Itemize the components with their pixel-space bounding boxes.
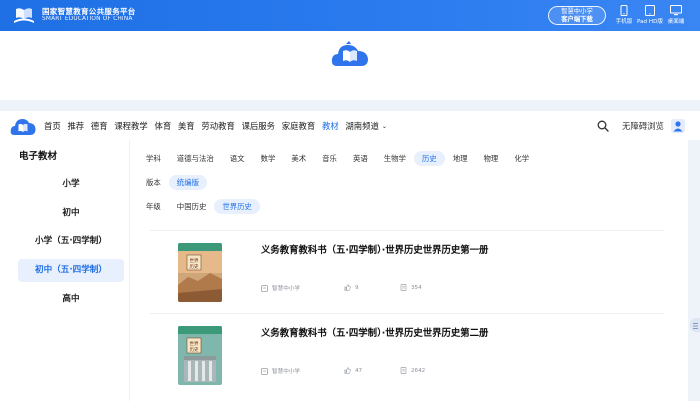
publisher-name: 智慧中小学	[272, 369, 300, 375]
book-logo-icon	[14, 8, 34, 23]
platform-name: 国家智慧教育公共服务平台	[42, 7, 136, 17]
top-header: 国家智慧教育公共服务平台 SMART EDUCATION OF CHINA 智慧…	[0, 0, 700, 31]
view-count-value: 354	[411, 284, 422, 291]
smart-education-logo-icon	[331, 41, 368, 66]
view-count: 354	[400, 284, 422, 291]
accessibility-link[interactable]: 无障碍浏览	[622, 120, 664, 132]
document-icon	[400, 284, 407, 291]
subject-chip-morality[interactable]: 道德与法治	[169, 151, 222, 166]
user-avatar-icon[interactable]	[671, 119, 685, 133]
nav-item-arts[interactable]: 美育	[178, 120, 195, 132]
download-label-2: 客户端下载	[561, 16, 593, 23]
grade-chip-chinese-history[interactable]: 中国历史	[169, 199, 215, 214]
nav-item-hunan-channel[interactable]: 湖南频道 ⌄	[345, 120, 387, 132]
view-count-value: 2642	[411, 367, 426, 374]
platform-name-en: SMART EDUCATION OF CHINA	[42, 15, 133, 22]
nav-item-moral[interactable]: 德育	[91, 120, 108, 132]
publisher-icon	[261, 284, 268, 292]
desktop-version-label: 桌面端	[667, 19, 685, 25]
sidebar-item-primary[interactable]: 小学	[18, 173, 124, 196]
nav-item-family[interactable]: 家庭教育	[282, 120, 316, 132]
subject-filter-row: 学科 道德与法治 语文 数学 美术 音乐 英语 生物学 历史 地理 物理 化学	[140, 151, 537, 166]
chevron-down-icon: ⌄	[381, 122, 387, 130]
pad-version-label: Pad HD版	[637, 19, 663, 25]
nav-item-recommend[interactable]: 推荐	[67, 120, 84, 132]
phone-icon	[620, 5, 628, 16]
sidebar-item-senior[interactable]: 高中	[18, 288, 124, 311]
nav-item-after-school[interactable]: 课后服务	[242, 120, 276, 132]
publisher: 智慧中小学	[261, 284, 300, 292]
svg-text:历史: 历史	[190, 263, 199, 270]
textbook-title[interactable]: 义务教育教科书（五·四学制）·世界历史世界历史第二册	[261, 325, 488, 339]
nav-item-textbooks[interactable]: 教材	[322, 120, 339, 132]
desktop-version-link[interactable]: 桌面端	[664, 5, 688, 25]
publisher-name: 智慧中小学	[272, 286, 300, 292]
textbook-cover-2[interactable]: 世界 历史	[178, 326, 222, 385]
hunan-channel-label: 湖南频道	[345, 120, 379, 131]
sidebar-item-primary-54[interactable]: 小学（五·四学制）	[18, 230, 124, 253]
subject-chip-history[interactable]: 历史	[413, 151, 445, 166]
nav-item-labor[interactable]: 劳动教育	[201, 120, 235, 132]
subject-chip-english[interactable]: 英语	[345, 151, 376, 166]
hero-banner	[0, 31, 700, 100]
textbook-card[interactable]: 世界 历史 义务教育教科书（五·四学制）·世界历史世界历史第二册 智慧中小学 4…	[150, 313, 664, 391]
download-label-1: 智慧中小学	[561, 8, 593, 15]
like-count-value: 9	[355, 284, 359, 291]
publisher-icon	[261, 367, 268, 375]
phone-version-label: 手机版	[615, 19, 633, 25]
subject-chip-physics[interactable]: 物理	[476, 151, 507, 166]
nav-item-home[interactable]: 首页	[44, 120, 61, 132]
floating-side-tab[interactable]	[690, 318, 700, 332]
svg-text:世界: 世界	[190, 340, 199, 347]
publisher: 智慧中小学	[261, 367, 300, 375]
thumbs-up-icon	[344, 284, 351, 291]
nav-logo-icon[interactable]	[10, 116, 36, 136]
pad-version-link[interactable]: Pad HD版	[636, 5, 664, 25]
subject-chip-geography[interactable]: 地理	[445, 151, 476, 166]
edition-label: 版本	[146, 178, 161, 187]
textbook-card[interactable]: 世界 历史 义务教育教科书（五·四学制）·世界历史世界历史第一册 智慧中小学 9…	[150, 230, 664, 308]
thumbs-up-icon	[344, 367, 351, 374]
menu-lines-icon	[693, 323, 698, 329]
subject-chip-biology[interactable]: 生物学	[376, 151, 414, 166]
nav-item-sports[interactable]: 体育	[155, 120, 172, 132]
textbook-title[interactable]: 义务教育教科书（五·四学制）·世界历史世界历史第一册	[261, 242, 488, 256]
like-count-value: 47	[355, 367, 363, 374]
sidebar-title: 电子教材	[19, 151, 58, 162]
edition-filter-row: 版本 统编版	[146, 175, 207, 190]
like-count: 47	[344, 367, 362, 374]
subject-chip-chinese[interactable]: 语文	[222, 151, 253, 166]
main-nav: 首页 推荐 德育 课程教学 体育 美育 劳动教育 课后服务 家庭教育 教材 湖南…	[0, 111, 700, 140]
edition-chip-tongbian[interactable]: 统编版	[168, 175, 207, 190]
sidebar-item-junior[interactable]: 初中	[18, 202, 124, 225]
document-icon	[400, 367, 407, 374]
subject-chip-music[interactable]: 音乐	[314, 151, 345, 166]
sidebar-item-junior-54[interactable]: 初中（五·四学制）	[18, 259, 124, 282]
svg-text:历史: 历史	[190, 346, 199, 353]
view-count: 2642	[400, 367, 425, 374]
nav-item-courses[interactable]: 课程教学	[114, 120, 148, 132]
grade-label: 年级	[146, 202, 161, 211]
subject-chip-chemistry[interactable]: 化学	[506, 151, 537, 166]
platform-logo[interactable]: 国家智慧教育公共服务平台 SMART EDUCATION OF CHINA	[12, 5, 136, 25]
grade-filter-row: 年级 中国历史 世界历史	[146, 199, 260, 214]
phone-version-link[interactable]: 手机版	[612, 5, 636, 25]
search-icon[interactable]	[597, 120, 609, 132]
desktop-icon	[670, 5, 682, 16]
subject-chip-art[interactable]: 美术	[283, 151, 314, 166]
textbook-cover-1[interactable]: 世界 历史	[178, 243, 222, 302]
svg-text:世界: 世界	[190, 257, 199, 264]
client-download-button[interactable]: 智慧中小学 客户端下载	[548, 6, 606, 25]
subject-label: 学科	[146, 154, 161, 163]
grade-chip-world-history[interactable]: 世界历史	[214, 199, 260, 214]
like-count: 9	[344, 284, 359, 291]
tablet-icon	[645, 5, 655, 16]
subject-chip-math[interactable]: 数学	[253, 151, 284, 166]
textbook-sidebar: 电子教材 小学 初中 小学（五·四学制） 初中（五·四学制） 高中	[10, 140, 130, 401]
